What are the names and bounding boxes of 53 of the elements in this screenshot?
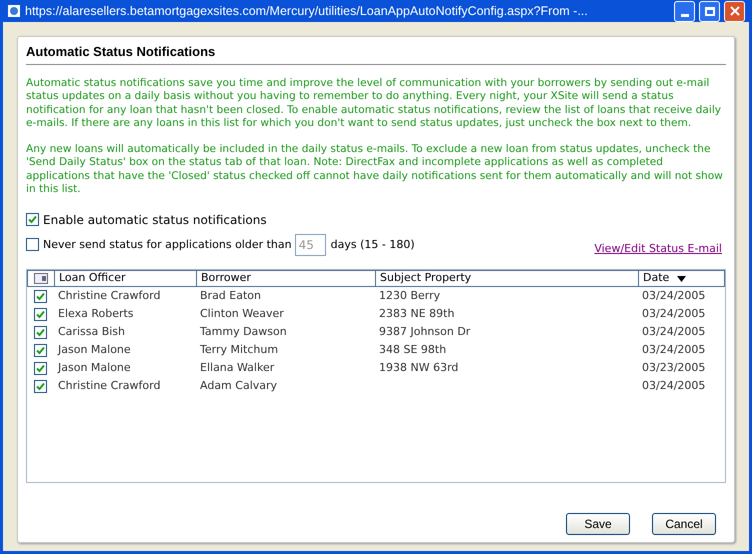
option-label: Never send status for applications older than: [43, 236, 292, 252]
column-header[interactable]: Loan Officer: [55, 271, 197, 286]
cancel-button[interactable]: Cancel: [652, 513, 716, 535]
sort-descending-icon: [677, 276, 686, 282]
column-header[interactable]: Date: [639, 271, 724, 286]
table-cell: 9387 Johnson Dr: [379, 324, 470, 338]
save-button[interactable]: Save: [566, 513, 630, 535]
edit-email-link[interactable]: View/Edit Status E-mail: [594, 240, 722, 257]
checkbox[interactable]: [34, 290, 47, 302]
close-button[interactable]: [724, 0, 745, 22]
description-paragraph: Automatic status notifications save you time and improve the level of communication with your borrowers by sending out e-mail status updates on a daily basis without you having to remember to do anything. Every night, your XSite will send a status notification for any loan that hasn't been closed. To enable automatic status notifications, review the list of loans that receive daily e-mails. If there are any loans in this list for which you don't want to send status updates, just uncheck the box next to them.: [26, 76, 722, 130]
table-cell: 03/24/2005: [642, 378, 706, 392]
minimize-button[interactable]: [674, 0, 695, 22]
table-cell: 348 SE 98th: [379, 342, 446, 356]
checkbox[interactable]: [26, 213, 39, 226]
table-cell: Christine Crawford: [58, 378, 160, 392]
table-cell: Terry Mitchum: [200, 342, 278, 356]
checkbox[interactable]: [34, 362, 47, 374]
table-cell: Jason Malone: [58, 342, 131, 356]
table-cell: Brad Eaton: [200, 288, 261, 302]
heading: Automatic Status Notifications: [26, 42, 726, 64]
table-cell: 03/23/2005: [642, 360, 706, 374]
column-header[interactable]: Borrower: [197, 271, 376, 286]
checkbox[interactable]: [26, 238, 39, 252]
maximize-button[interactable]: [699, 0, 720, 22]
select-all-icon: [34, 273, 48, 284]
column-header[interactable]: Subject Property: [376, 271, 639, 286]
table-cell: 03/24/2005: [642, 342, 706, 356]
table-cell: Tammy Dawson: [200, 324, 287, 338]
description-paragraph: Any new loans will automatically be included in the daily status e-mails. To exclude a new loan from status updates, uncheck the 'Send Daily Status' box on the status tab of that loan. Note: DirectFax and incomplete applications as well as completed applications that have the 'Closed' status checked off cannot have daily notifications sent for them automatically and will not show in this list.: [26, 142, 724, 196]
table-cell: 2383 NE 89th: [379, 306, 454, 320]
checkbox[interactable]: [34, 308, 47, 320]
table-cell: 03/24/2005: [642, 324, 706, 338]
table-cell: Adam Calvary: [200, 378, 278, 392]
page-icon: [7, 4, 21, 18]
table-cell: Clinton Weaver: [200, 306, 284, 320]
check-icon: [28, 215, 37, 224]
table-cell: Elexa Roberts: [58, 306, 134, 320]
table-cell: Ellana Walker: [200, 360, 274, 374]
table-cell: 1938 NW 63rd: [379, 360, 458, 374]
table-cell: Christine Crawford: [58, 288, 160, 302]
table-cell: 1230 Berry: [379, 288, 440, 302]
checkbox[interactable]: [34, 344, 47, 356]
checkbox[interactable]: [34, 380, 47, 392]
range-label: days (15 - 180): [330, 236, 415, 252]
checkbox[interactable]: [34, 326, 47, 338]
close-icon: [730, 6, 740, 16]
table-cell: 03/24/2005: [642, 306, 706, 320]
table-cell: Jason Malone: [58, 360, 131, 374]
table-cell: 03/24/2005: [642, 288, 706, 302]
table-cell: Carissa Bish: [58, 324, 126, 338]
window-title: https://alaresellers.betamortgagexsites.com/Mercury/utilities/LoanAppAutoNotifyConfig.aspx?From -...: [25, 2, 589, 20]
option-label: Enable automatic status notifications: [43, 212, 267, 228]
